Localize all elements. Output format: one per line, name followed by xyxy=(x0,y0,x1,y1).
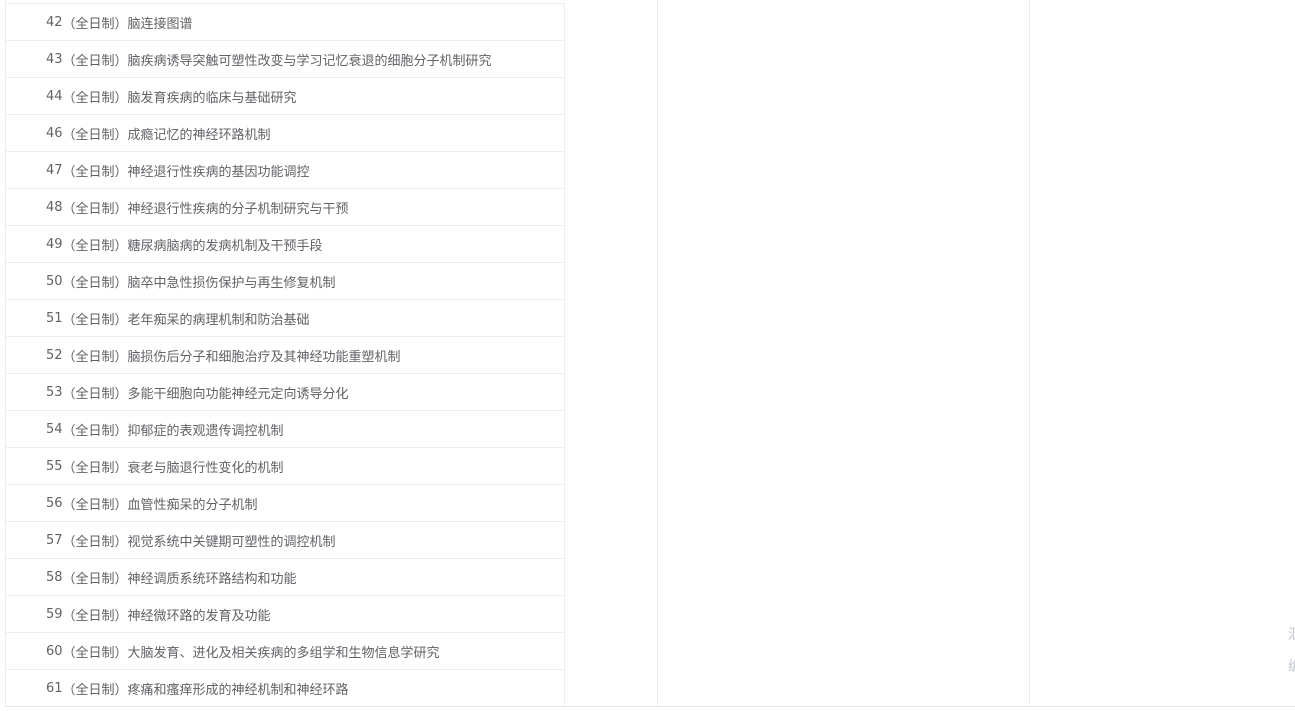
table-row[interactable]: 56 （全日制）血管性痴呆的分子机制 xyxy=(6,485,564,522)
row-number: 52 xyxy=(46,347,63,363)
table-row[interactable]: 55 （全日制）衰老与脑退行性变化的机制 xyxy=(6,448,564,485)
column-divider xyxy=(657,0,658,707)
row-number: 54 xyxy=(46,421,63,437)
row-label: （全日制）衰老与脑退行性变化的机制 xyxy=(62,460,284,476)
row-number: 51 xyxy=(46,310,63,326)
table-row[interactable]: 46 （全日制）成瘾记忆的神经环路机制 xyxy=(6,115,564,152)
edge-glyph: 编 xyxy=(1288,656,1295,676)
row-number: 46 xyxy=(46,125,63,141)
row-label: （全日制）脑连接图谱 xyxy=(62,16,193,32)
table-row[interactable]: 52 （全日制）脑损伤后分子和细胞治疗及其神经功能重塑机制 xyxy=(6,337,564,374)
row-number: 48 xyxy=(46,199,63,215)
row-number: 58 xyxy=(46,569,63,585)
row-label: （全日制）老年痴呆的病理机制和防治基础 xyxy=(62,312,310,328)
row-label: （全日制）脑损伤后分子和细胞治疗及其神经功能重塑机制 xyxy=(62,349,401,365)
row-number: 49 xyxy=(46,236,63,252)
row-label: （全日制）视觉系统中关键期可塑性的调控机制 xyxy=(62,534,336,550)
table-row[interactable]: 53 （全日制）多能干细胞向功能神经元定向诱导分化 xyxy=(6,374,564,411)
table-row[interactable]: 47 （全日制）神经退行性疾病的基因功能调控 xyxy=(6,152,564,189)
row-label: （全日制）抑郁症的表观遗传调控机制 xyxy=(62,423,284,439)
row-number: 43 xyxy=(46,51,63,67)
row-label: （全日制）脑卒中急性损伤保护与再生修复机制 xyxy=(62,275,336,291)
row-number: 60 xyxy=(46,643,63,659)
research-direction-table: 42 （全日制）脑连接图谱 43 （全日制）脑疾病诱导突触可塑性改变与学习记忆衰退的… xyxy=(5,0,1295,707)
row-number: 50 xyxy=(46,273,63,289)
row-label: （全日制）血管性痴呆的分子机制 xyxy=(62,497,258,513)
row-number: 56 xyxy=(46,495,63,511)
row-label: （全日制）神经微环路的发育及功能 xyxy=(62,608,271,624)
table-row[interactable]: 50 （全日制）脑卒中急性损伤保护与再生修复机制 xyxy=(6,263,564,300)
edge-glyph: 汇 xyxy=(1288,624,1295,644)
table-row[interactable]: 59 （全日制）神经微环路的发育及功能 xyxy=(6,596,564,633)
table-row[interactable]: 42 （全日制）脑连接图谱 xyxy=(6,4,564,41)
table-row[interactable]: 57 （全日制）视觉系统中关键期可塑性的调控机制 xyxy=(6,522,564,559)
row-number: 59 xyxy=(46,606,63,622)
row-label: （全日制）神经调质系统环路结构和功能 xyxy=(62,571,297,587)
row-label: （全日制）糖尿病脑病的发病机制及干预手段 xyxy=(62,238,323,254)
row-label: （全日制）脑疾病诱导突触可塑性改变与学习记忆衰退的细胞分子机制研究 xyxy=(62,53,492,69)
table-row[interactable]: 54 （全日制）抑郁症的表观遗传调控机制 xyxy=(6,411,564,448)
direction-column: 42 （全日制）脑连接图谱 43 （全日制）脑疾病诱导突触可塑性改变与学习记忆衰退的… xyxy=(6,3,565,707)
row-number: 53 xyxy=(46,384,63,400)
row-label: （全日制）多能干细胞向功能神经元定向诱导分化 xyxy=(62,386,349,402)
table-row[interactable]: 49 （全日制）糖尿病脑病的发病机制及干预手段 xyxy=(6,226,564,263)
table-row[interactable]: 44 （全日制）脑发育疾病的临床与基础研究 xyxy=(6,78,564,115)
column-divider xyxy=(1029,0,1030,707)
row-label: （全日制）神经退行性疾病的分子机制研究与干预 xyxy=(62,201,349,217)
row-number: 44 xyxy=(46,88,63,104)
row-number: 47 xyxy=(46,162,63,178)
table-row[interactable]: 58 （全日制）神经调质系统环路结构和功能 xyxy=(6,559,564,596)
row-label: （全日制）成瘾记忆的神经环路机制 xyxy=(62,127,271,143)
row-label: （全日制）疼痛和瘙痒形成的神经机制和神经环路 xyxy=(62,683,349,698)
table-row[interactable]: 43 （全日制）脑疾病诱导突触可塑性改变与学习记忆衰退的细胞分子机制研究 xyxy=(6,41,564,78)
table-row[interactable]: 51 （全日制）老年痴呆的病理机制和防治基础 xyxy=(6,300,564,337)
row-label: （全日制）神经退行性疾病的基因功能调控 xyxy=(62,164,310,180)
table-row[interactable]: 60 （全日制）大脑发育、进化及相关疾病的多组学和生物信息学研究 xyxy=(6,633,564,670)
row-number: 61 xyxy=(46,681,63,696)
row-number: 42 xyxy=(46,14,63,30)
table-row[interactable]: 48 （全日制）神经退行性疾病的分子机制研究与干预 xyxy=(6,189,564,226)
row-label: （全日制）脑发育疾病的临床与基础研究 xyxy=(62,90,297,106)
table-row[interactable]: 61 （全日制）疼痛和瘙痒形成的神经机制和神经环路 xyxy=(6,670,564,707)
row-number: 55 xyxy=(46,458,63,474)
row-number: 57 xyxy=(46,532,63,548)
row-label: （全日制）大脑发育、进化及相关疾病的多组学和生物信息学研究 xyxy=(62,645,440,661)
